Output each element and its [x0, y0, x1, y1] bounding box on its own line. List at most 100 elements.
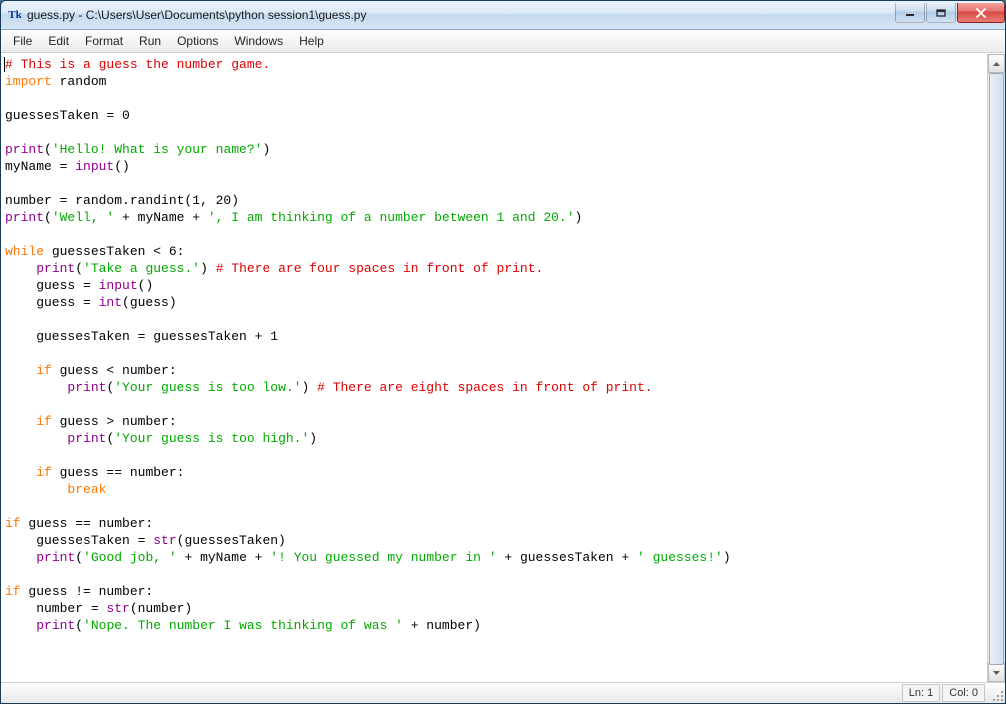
- code-token: guessesTaken = 0: [5, 108, 130, 123]
- scroll-track[interactable]: [988, 73, 1005, 663]
- code-token: guessesTaken < 6:: [44, 244, 184, 259]
- scroll-down-button[interactable]: [988, 663, 1005, 682]
- code-token: ): [309, 431, 317, 446]
- maximize-button[interactable]: [926, 3, 956, 23]
- code-token: 'Your guess is too low.': [114, 380, 301, 395]
- menu-file[interactable]: File: [5, 32, 40, 50]
- code-token: guess == number:: [52, 465, 185, 480]
- code-token: [5, 465, 36, 480]
- code-token: print: [36, 261, 75, 276]
- code-token: (): [138, 278, 154, 293]
- code-token: 'Your guess is too high.': [114, 431, 309, 446]
- scroll-up-button[interactable]: [988, 54, 1005, 73]
- code-token: guess =: [5, 278, 99, 293]
- code-token: # This is a guess the number game.: [5, 57, 270, 72]
- code-token: [5, 618, 36, 633]
- code-token: # There are eight spaces in front of pri…: [317, 380, 652, 395]
- menu-run[interactable]: Run: [131, 32, 169, 50]
- code-token: 'Take a guess.': [83, 261, 200, 276]
- code-token: + myName +: [114, 210, 208, 225]
- code-token: guess != number:: [21, 584, 154, 599]
- code-token: # There are four spaces in front of prin…: [216, 261, 544, 276]
- code-token: + guessesTaken +: [497, 550, 637, 565]
- menu-options[interactable]: Options: [169, 32, 226, 50]
- code-token: print: [5, 210, 44, 225]
- status-col: Col: 0: [942, 684, 985, 702]
- titlebar[interactable]: Tk guess.py - C:\Users\User\Documents\py…: [1, 1, 1005, 30]
- status-line: Ln: 1: [902, 684, 940, 702]
- minimize-icon: [905, 9, 915, 17]
- code-token: random: [52, 74, 107, 89]
- code-token: while: [5, 244, 44, 259]
- code-token: print: [36, 550, 75, 565]
- statusbar: Ln: 1 Col: 0: [1, 682, 1005, 703]
- app-icon: Tk: [7, 7, 23, 23]
- code-token: (: [75, 261, 83, 276]
- code-token: ): [200, 261, 216, 276]
- window-title: guess.py - C:\Users\User\Documents\pytho…: [27, 8, 894, 22]
- code-token: (: [75, 618, 83, 633]
- code-token: [5, 482, 67, 497]
- code-token: [5, 414, 36, 429]
- code-token: if: [5, 584, 21, 599]
- code-token: '! You guessed my number in ': [270, 550, 496, 565]
- code-token: ): [575, 210, 583, 225]
- code-token: import: [5, 74, 52, 89]
- code-token: 'Nope. The number I was thinking of was …: [83, 618, 403, 633]
- window-buttons: [894, 3, 1005, 23]
- code-token: if: [36, 465, 52, 480]
- code-token: (number): [130, 601, 192, 616]
- menu-format[interactable]: Format: [77, 32, 131, 50]
- resize-grip[interactable]: [991, 689, 1003, 701]
- code-token: + number): [403, 618, 481, 633]
- code-token: [5, 261, 36, 276]
- code-token: ', I am thinking of a number between 1 a…: [208, 210, 575, 225]
- code-token: print: [36, 618, 75, 633]
- code-token: str: [153, 533, 176, 548]
- code-token: if: [36, 414, 52, 429]
- close-icon: [975, 8, 987, 18]
- maximize-icon: [936, 9, 946, 17]
- scroll-thumb[interactable]: [989, 73, 1004, 665]
- code-token: (guess): [122, 295, 177, 310]
- vertical-scrollbar[interactable]: [987, 54, 1005, 682]
- code-token: guessesTaken = guessesTaken + 1: [5, 329, 278, 344]
- code-token: break: [67, 482, 106, 497]
- code-token: + myName +: [177, 550, 271, 565]
- chevron-down-icon: [993, 671, 1000, 675]
- idle-window: Tk guess.py - C:\Users\User\Documents\py…: [0, 0, 1006, 704]
- code-token: guessesTaken =: [5, 533, 153, 548]
- code-token: 'Good job, ': [83, 550, 177, 565]
- code-token: ): [723, 550, 731, 565]
- code-token: 'Well, ': [52, 210, 114, 225]
- code-token: (: [44, 210, 52, 225]
- code-token: if: [36, 363, 52, 378]
- menu-help[interactable]: Help: [291, 32, 332, 50]
- code-token: (): [114, 159, 130, 174]
- code-token: if: [5, 516, 21, 531]
- code-token: guess == number:: [21, 516, 154, 531]
- menu-windows[interactable]: Windows: [226, 32, 291, 50]
- code-token: ' guesses!': [637, 550, 723, 565]
- code-token: 'Hello! What is your name?': [52, 142, 263, 157]
- menubar: FileEditFormatRunOptionsWindowsHelp: [1, 30, 1005, 53]
- code-token: [5, 431, 67, 446]
- close-button[interactable]: [957, 3, 1005, 23]
- code-editor[interactable]: # This is a guess the number game. impor…: [1, 54, 987, 682]
- code-token: input: [99, 278, 138, 293]
- menu-edit[interactable]: Edit: [40, 32, 77, 50]
- code-token: int: [99, 295, 122, 310]
- code-token: ): [262, 142, 270, 157]
- code-token: myName =: [5, 159, 75, 174]
- code-token: str: [106, 601, 129, 616]
- code-token: input: [75, 159, 114, 174]
- code-token: (guessesTaken): [177, 533, 286, 548]
- editor-area: # This is a guess the number game. impor…: [1, 53, 1005, 682]
- code-token: [5, 380, 67, 395]
- code-token: number =: [5, 601, 106, 616]
- minimize-button[interactable]: [895, 3, 925, 23]
- code-token: print: [5, 142, 44, 157]
- chevron-up-icon: [993, 62, 1000, 66]
- code-token: [5, 363, 36, 378]
- code-token: guess > number:: [52, 414, 177, 429]
